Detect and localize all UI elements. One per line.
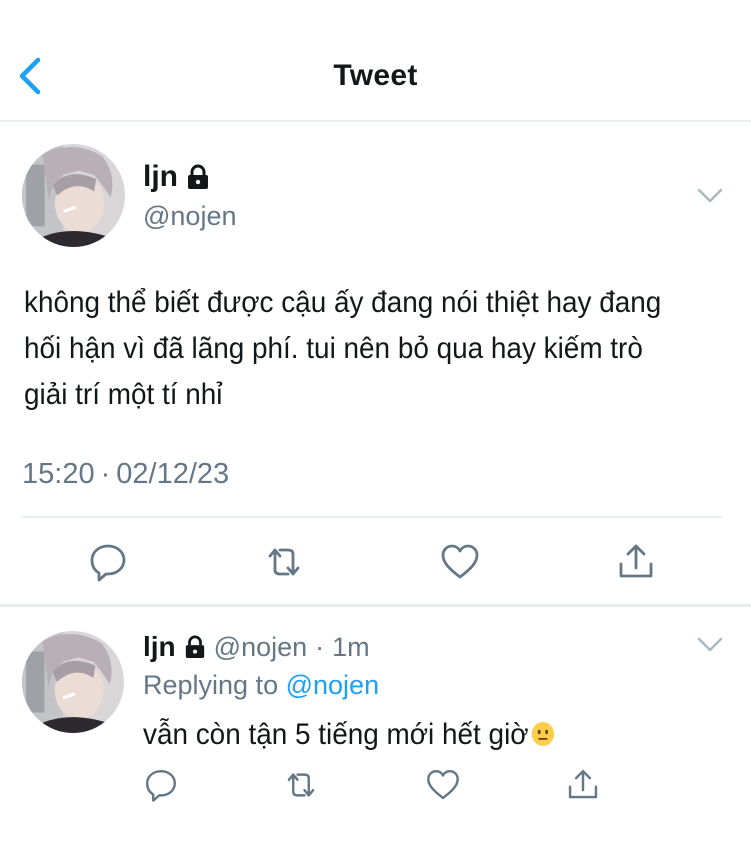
reply-display-name[interactable]: ljn (143, 630, 176, 664)
replying-to-mention[interactable]: @nojen (286, 670, 379, 700)
divider (22, 516, 722, 518)
display-name[interactable]: ljn (143, 160, 178, 194)
reply-reply-button[interactable] (142, 766, 180, 804)
reply-more-options-button[interactable] (696, 635, 724, 655)
reply-handle[interactable]: @nojen (214, 631, 307, 663)
reply-share-button[interactable] (564, 766, 602, 804)
reply-avatar[interactable] (22, 631, 124, 733)
retweet-icon (287, 773, 315, 797)
reply-like-button[interactable] (424, 766, 462, 804)
avatar[interactable] (22, 144, 125, 247)
share-icon (568, 769, 598, 799)
reply-tweet-text: vẫn còn tận 5 tiếng mới hết giờ (143, 718, 529, 751)
share-button[interactable] (614, 540, 658, 584)
lock-icon (185, 635, 204, 658)
like-button[interactable] (438, 540, 482, 584)
reply-retweet-button[interactable] (282, 766, 320, 804)
author-handle[interactable]: @nojen (143, 200, 236, 232)
tweet-date: 02/12/23 (116, 458, 230, 490)
timestamp-separator: · (100, 458, 111, 490)
timestamp[interactable]: 15:20 · 02/12/23 (22, 456, 229, 492)
retweet-icon (268, 548, 300, 576)
header-divider (0, 120, 751, 122)
more-options-button[interactable] (696, 186, 724, 206)
share-icon (619, 544, 653, 578)
retweet-button[interactable] (262, 540, 306, 584)
heart-icon (441, 544, 479, 579)
page-title: Tweet (333, 59, 418, 92)
replying-to: Replying to @nojen (143, 668, 379, 702)
reply-age: 1m (332, 632, 370, 662)
reply-icon (90, 544, 126, 582)
tweet-time: 15:20 (22, 458, 95, 490)
reply-age-separator: · (315, 632, 325, 662)
tweet-text: không thể biết được cậu ấy đang nói thiệ… (24, 286, 662, 411)
chevron-down-icon (697, 637, 723, 652)
reply-button[interactable] (86, 540, 130, 584)
chevron-down-icon (697, 188, 723, 203)
heart-icon (427, 769, 459, 800)
reply-icon (145, 769, 177, 802)
author-name-row: ljn (143, 160, 210, 194)
reply-header: ljn @nojen · 1m (143, 630, 370, 664)
reply-tweet-text-row: vẫn còn tận 5 tiếng mới hết giờ (143, 714, 692, 756)
replying-to-label: Replying to (143, 670, 279, 700)
section-divider (0, 604, 751, 607)
lock-icon (188, 164, 208, 189)
neutral-face-emoji-icon (531, 722, 554, 746)
